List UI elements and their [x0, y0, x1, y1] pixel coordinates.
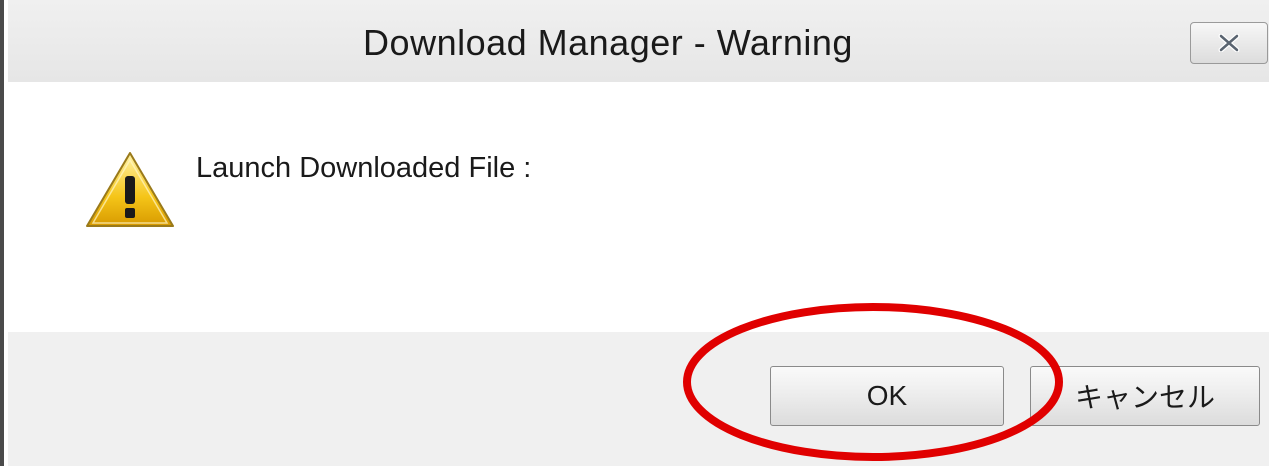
warning-dialog: Download Manager - Warning Launch Downlo… [0, 0, 1269, 466]
ok-button[interactable]: OK [770, 366, 1004, 426]
cancel-button[interactable]: キャンセル [1030, 366, 1260, 426]
window-title: Download Manager - Warning [363, 22, 853, 63]
title-bar[interactable]: Download Manager - Warning [8, 0, 1269, 82]
dialog-message: Launch Downloaded File : [196, 152, 532, 184]
close-button[interactable] [1190, 22, 1268, 64]
dialog-content: Launch Downloaded File : [8, 82, 1269, 332]
close-icon [1218, 34, 1240, 52]
button-bar: OK キャンセル [8, 332, 1269, 466]
warning-icon [86, 152, 174, 227]
